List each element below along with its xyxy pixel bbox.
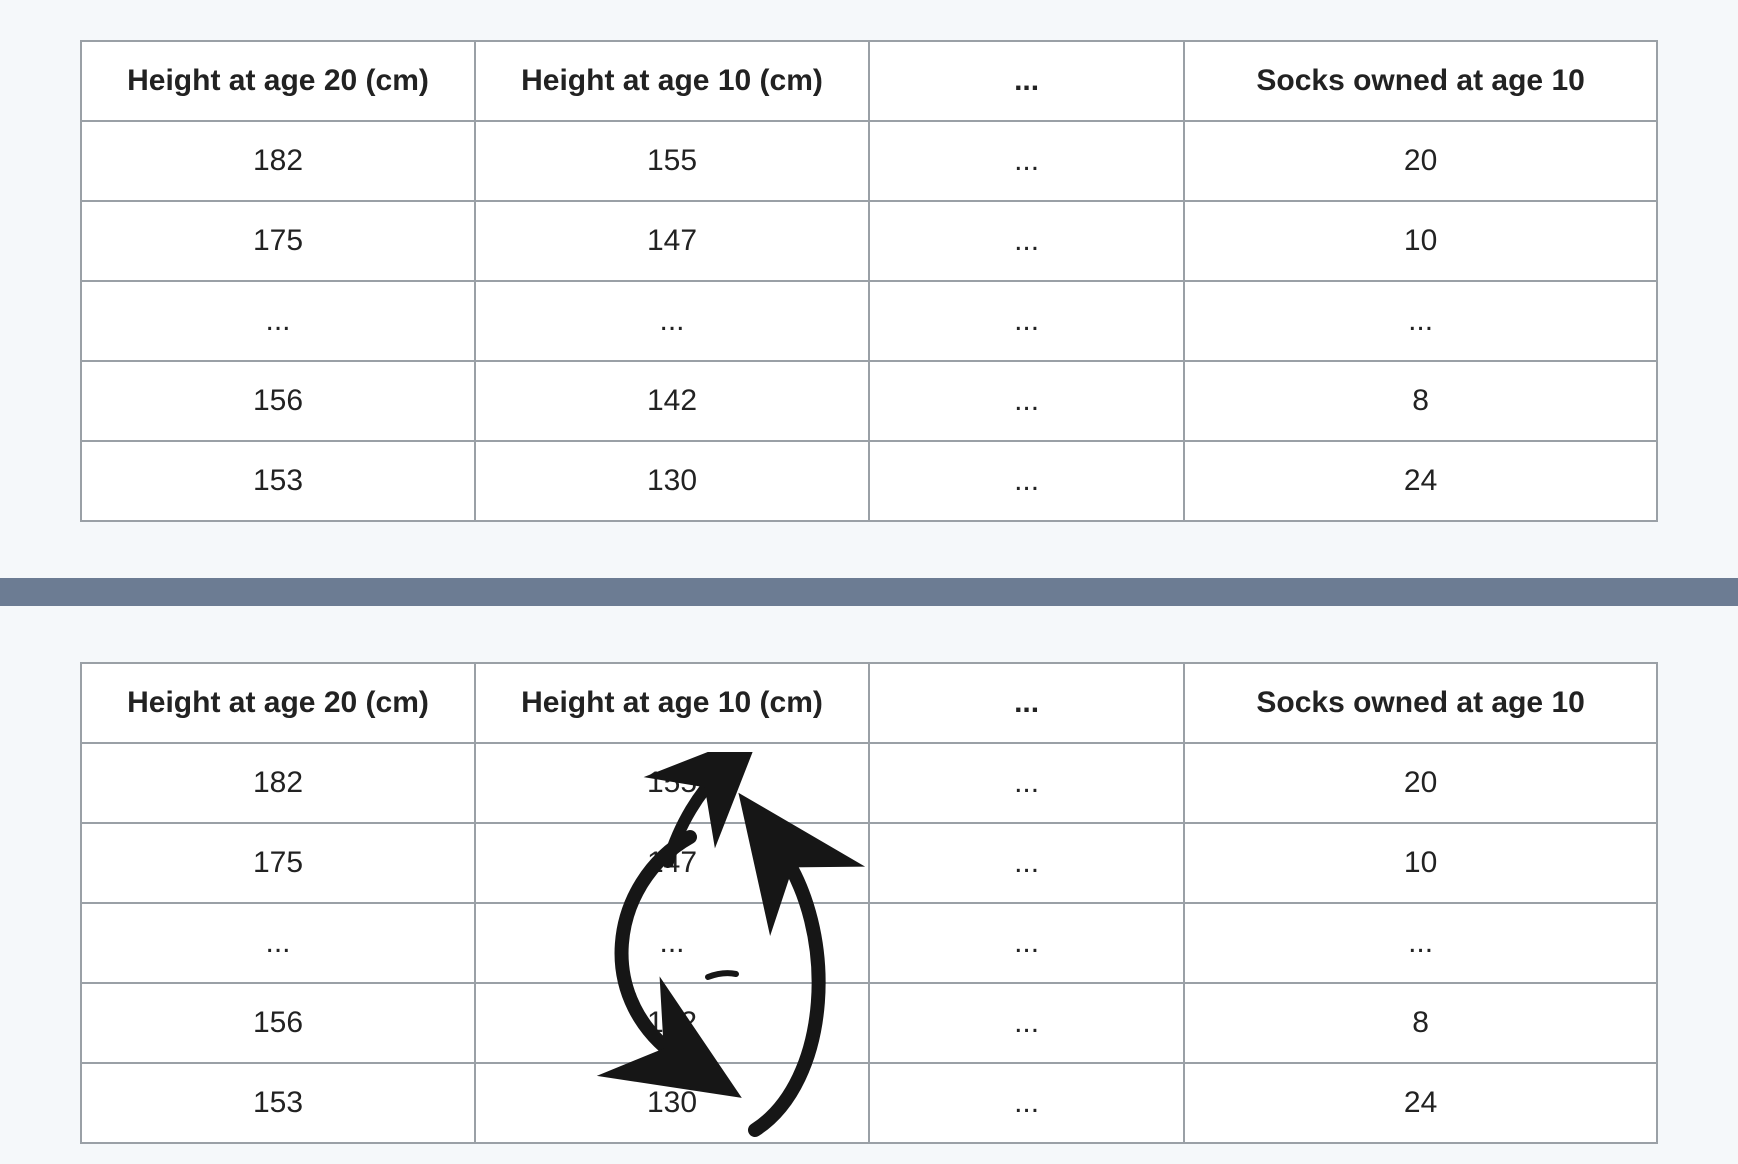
table-row: 153 130 ... 24 <box>81 441 1657 521</box>
cell: ... <box>81 281 475 361</box>
cell: 155 <box>475 743 869 823</box>
cell: ... <box>475 281 869 361</box>
table-2-panel: Height at age 20 (cm) Height at age 10 (… <box>80 662 1658 1144</box>
cell: 153 <box>81 1063 475 1143</box>
table-row: 182 155 ... 20 <box>81 121 1657 201</box>
cell: ... <box>869 441 1184 521</box>
table-row: 175 147 ... 10 <box>81 823 1657 903</box>
cell: 147 <box>475 823 869 903</box>
cell: ... <box>869 823 1184 903</box>
col-header-ellipsis: ... <box>869 663 1184 743</box>
cell: 182 <box>81 743 475 823</box>
data-table-2: Height at age 20 (cm) Height at age 10 (… <box>80 662 1658 1144</box>
table-row: 156 142 ... 8 <box>81 361 1657 441</box>
cell: 8 <box>1184 983 1657 1063</box>
table-row: 182 155 ... 20 <box>81 743 1657 823</box>
col-header-height-20: Height at age 20 (cm) <box>81 663 475 743</box>
cell: 147 <box>475 201 869 281</box>
cell: ... <box>869 361 1184 441</box>
table-row: 156 142 ... 8 <box>81 983 1657 1063</box>
cell: ... <box>869 903 1184 983</box>
cell: 175 <box>81 823 475 903</box>
col-header-socks: Socks owned at age 10 <box>1184 663 1657 743</box>
cell: 8 <box>1184 361 1657 441</box>
cell: 156 <box>81 983 475 1063</box>
col-header-socks: Socks owned at age 10 <box>1184 41 1657 121</box>
table-header-row: Height at age 20 (cm) Height at age 10 (… <box>81 41 1657 121</box>
cell: 182 <box>81 121 475 201</box>
cell: ... <box>1184 903 1657 983</box>
cell: ... <box>1184 281 1657 361</box>
cell: 153 <box>81 441 475 521</box>
section-divider <box>0 578 1738 606</box>
table-1-panel: Height at age 20 (cm) Height at age 10 (… <box>80 40 1658 522</box>
table-row: ... ... ... ... <box>81 281 1657 361</box>
cell: 24 <box>1184 1063 1657 1143</box>
cell: ... <box>869 983 1184 1063</box>
cell: ... <box>869 281 1184 361</box>
col-header-height-20: Height at age 20 (cm) <box>81 41 475 121</box>
cell: ... <box>869 1063 1184 1143</box>
cell: 155 <box>475 121 869 201</box>
cell: ... <box>869 121 1184 201</box>
cell: 20 <box>1184 121 1657 201</box>
cell: ... <box>81 903 475 983</box>
cell: 175 <box>81 201 475 281</box>
cell: ... <box>869 201 1184 281</box>
table-row: 153 130 ... 24 <box>81 1063 1657 1143</box>
col-header-height-10: Height at age 10 (cm) <box>475 663 869 743</box>
cell: 130 <box>475 441 869 521</box>
cell: 20 <box>1184 743 1657 823</box>
cell: ... <box>869 743 1184 823</box>
col-header-height-10: Height at age 10 (cm) <box>475 41 869 121</box>
cell: 156 <box>81 361 475 441</box>
data-table-1: Height at age 20 (cm) Height at age 10 (… <box>80 40 1658 522</box>
cell: 24 <box>1184 441 1657 521</box>
cell: ... <box>475 903 869 983</box>
table-row: 175 147 ... 10 <box>81 201 1657 281</box>
cell: 142 <box>475 361 869 441</box>
cell: 130 <box>475 1063 869 1143</box>
cell: 142 <box>475 983 869 1063</box>
cell: 10 <box>1184 823 1657 903</box>
col-header-ellipsis: ... <box>869 41 1184 121</box>
table-row: ... ... ... ... <box>81 903 1657 983</box>
table-header-row: Height at age 20 (cm) Height at age 10 (… <box>81 663 1657 743</box>
cell: 10 <box>1184 201 1657 281</box>
